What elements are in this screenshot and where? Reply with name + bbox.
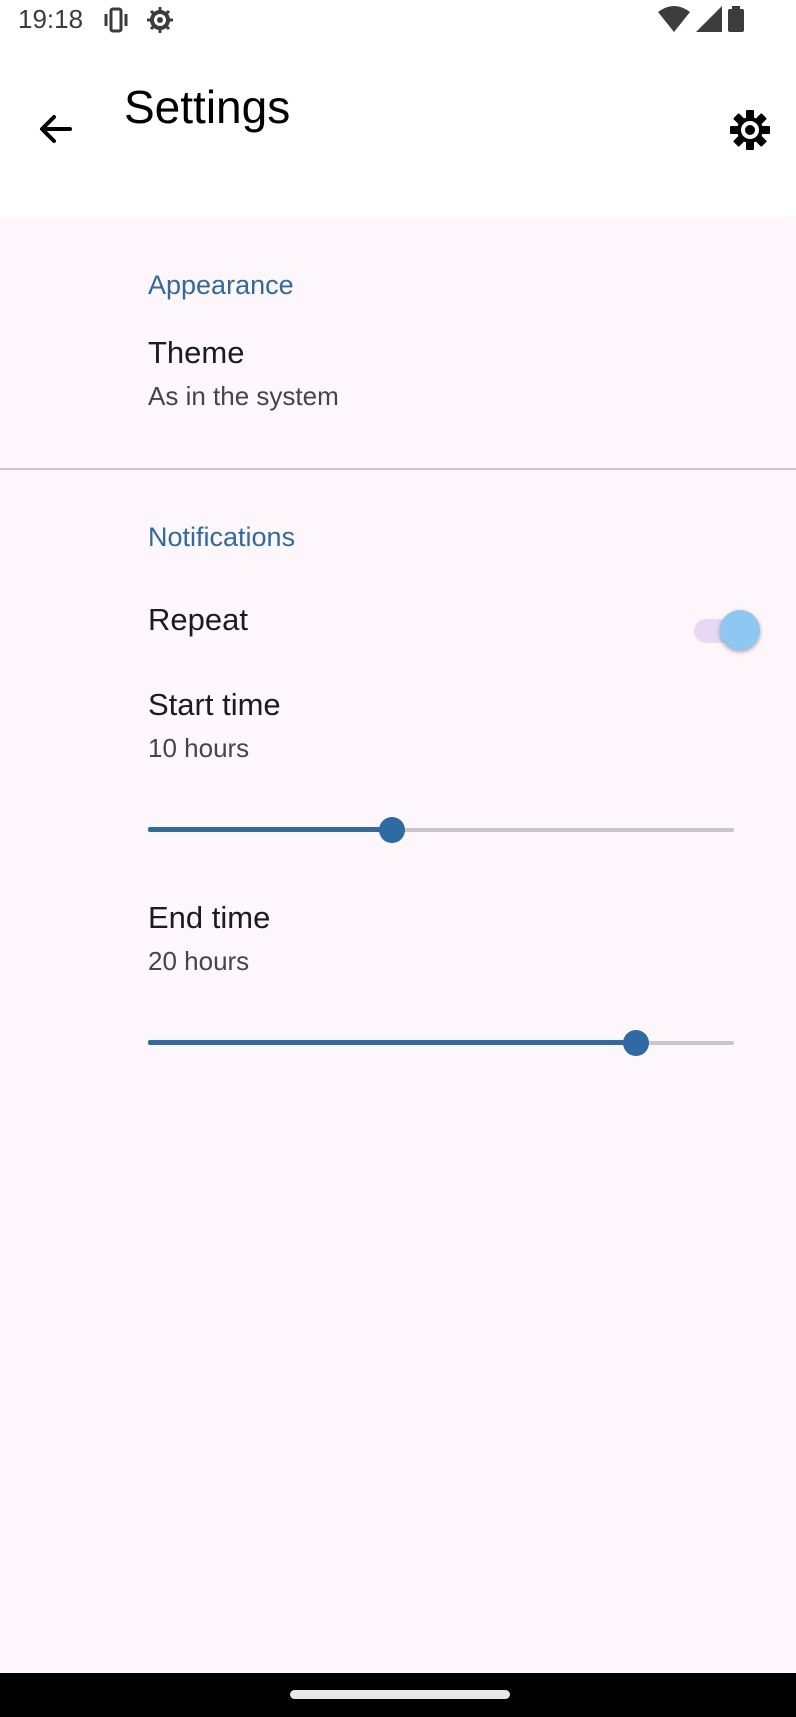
pref-start-time: Start time 10 hours	[0, 687, 796, 777]
slider-fill	[148, 827, 392, 832]
page-title: Settings	[124, 81, 291, 133]
pref-title: End time	[148, 900, 271, 935]
pref-summary: 20 hours	[148, 946, 250, 976]
pref-theme[interactable]: Theme As in the system	[0, 335, 796, 445]
section-header-notifications: Notifications	[148, 522, 296, 552]
pref-summary: As in the system	[148, 381, 339, 411]
pref-repeat[interactable]: Repeat	[0, 587, 796, 667]
wifi-icon	[658, 6, 690, 37]
pref-end-time: End time 20 hours	[0, 900, 796, 990]
section-header-appearance: Appearance	[148, 270, 294, 300]
top-app-bar: Settings	[0, 40, 796, 217]
status-bar: 19:18	[0, 0, 796, 40]
pref-title: Repeat	[148, 602, 248, 637]
switch-thumb	[720, 610, 760, 650]
back-button[interactable]	[30, 105, 82, 157]
settings-gear-icon	[146, 6, 174, 39]
status-icons	[658, 6, 744, 37]
repeat-switch[interactable]	[694, 607, 760, 655]
end-time-slider[interactable]	[148, 1023, 734, 1063]
vibrate-icon	[102, 6, 130, 39]
signal-icon	[696, 6, 722, 37]
start-time-slider[interactable]	[148, 810, 734, 850]
pref-summary: 10 hours	[148, 733, 250, 763]
pref-title: Start time	[148, 687, 281, 722]
pref-title: Theme	[148, 335, 245, 370]
settings-button[interactable]	[722, 104, 778, 160]
home-gesture-handle[interactable]	[290, 1690, 510, 1699]
section-divider	[0, 468, 796, 470]
gear-icon	[728, 108, 772, 157]
slider-thumb[interactable]	[378, 817, 405, 843]
slider-fill	[148, 1040, 637, 1045]
battery-icon	[728, 6, 744, 37]
slider-thumb[interactable]	[623, 1030, 650, 1056]
status-time: 19:18	[18, 4, 84, 34]
system-nav-bar	[0, 1673, 796, 1717]
arrow-back-icon	[36, 109, 76, 154]
settings-list: Appearance Theme As in the system Notifi…	[0, 217, 796, 1673]
